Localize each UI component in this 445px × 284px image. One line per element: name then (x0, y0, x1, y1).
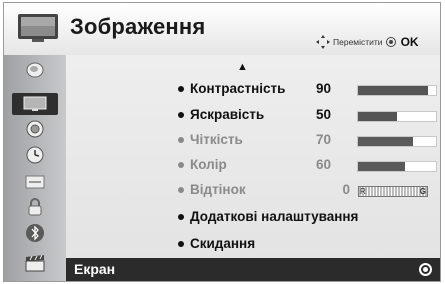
sharpness-slider[interactable] (357, 136, 437, 147)
satellite-dish-icon (26, 62, 44, 78)
options-icon (25, 175, 45, 189)
sidebar (4, 55, 66, 281)
bluetooth-icon (26, 224, 44, 242)
bullet-icon (178, 187, 184, 193)
tv-icon (18, 14, 58, 42)
bullet-icon (178, 137, 184, 143)
color-value: 60 (315, 157, 331, 172)
sidebar-item-lock[interactable] (12, 196, 58, 218)
menu-item-reset[interactable]: Скидання (66, 233, 440, 255)
color-slider[interactable] (357, 161, 437, 172)
sidebar-item-picture[interactable] (12, 93, 58, 115)
bullet-icon (178, 86, 184, 92)
menu-item-sharpness[interactable]: Чіткість 70 (66, 129, 440, 151)
menu-item-advanced-settings[interactable]: Додаткові налаштування (66, 206, 440, 228)
bullet-icon (178, 162, 184, 168)
sidebar-item-media[interactable] (12, 252, 58, 274)
menu-item-tint[interactable]: Відтінок 0 R G (66, 179, 440, 201)
clock-icon (26, 146, 44, 164)
sidebar-item-bluetooth[interactable] (12, 222, 58, 244)
sidebar-item-audio[interactable] (12, 118, 58, 140)
reset-label: Скидання (190, 236, 256, 251)
clapperboard-icon (25, 254, 45, 272)
speaker-icon (26, 120, 44, 138)
brightness-slider-fill (358, 112, 397, 121)
contrast-slider[interactable] (357, 85, 437, 96)
picture-tv-icon (23, 96, 47, 111)
menu-item-screen-selected[interactable]: Екран (66, 258, 440, 281)
tint-green-label: G (419, 187, 426, 196)
bullet-icon (178, 241, 184, 247)
menu-content: ▲ Контрастність 90 Яскравість 50 Чіткіст… (66, 55, 440, 281)
menu-item-color[interactable]: Колір 60 (66, 154, 440, 176)
navigation-hint: Перемістити OK (316, 35, 419, 49)
sharpness-slider-fill (358, 137, 413, 146)
brightness-slider[interactable] (357, 111, 437, 122)
contrast-value: 90 (315, 81, 331, 96)
color-slider-fill (358, 162, 405, 171)
menu-header: Зображення Перемістити OK (4, 3, 440, 55)
screen-label: Екран (74, 261, 116, 277)
bullet-icon (178, 214, 184, 220)
move-hint-label: Перемістити (333, 37, 383, 47)
contrast-slider-fill (358, 86, 429, 95)
ok-button-icon (385, 37, 396, 47)
sharpness-value: 70 (315, 132, 331, 147)
tint-slider[interactable]: R G (358, 186, 428, 197)
ok-hint-label: OK (400, 35, 419, 49)
sharpness-label: Чіткість (190, 132, 243, 147)
sidebar-item-options[interactable] (12, 171, 58, 193)
color-label: Колір (190, 157, 227, 172)
tint-red-label: R (360, 187, 366, 196)
tint-value: 0 (342, 182, 350, 197)
arrows-icon (316, 35, 330, 49)
menu-item-brightness[interactable]: Яскравість 50 (66, 104, 440, 126)
ok-button-icon (419, 263, 432, 276)
sidebar-item-time[interactable] (12, 144, 58, 166)
picture-menu: Зображення Перемістити OK ▲ Контрастніст… (3, 2, 441, 282)
menu-item-contrast[interactable]: Контрастність 90 (66, 78, 440, 100)
tint-label: Відтінок (190, 182, 246, 197)
page-title: Зображення (70, 14, 206, 39)
sidebar-item-channels[interactable] (12, 59, 58, 81)
brightness-value: 50 (315, 107, 331, 122)
bullet-icon (178, 112, 184, 118)
contrast-label: Контрастність (190, 81, 286, 96)
lock-icon (28, 198, 42, 216)
advanced-settings-label: Додаткові налаштування (190, 209, 359, 224)
scroll-up-arrow-icon[interactable]: ▲ (237, 61, 248, 73)
brightness-label: Яскравість (190, 107, 265, 122)
